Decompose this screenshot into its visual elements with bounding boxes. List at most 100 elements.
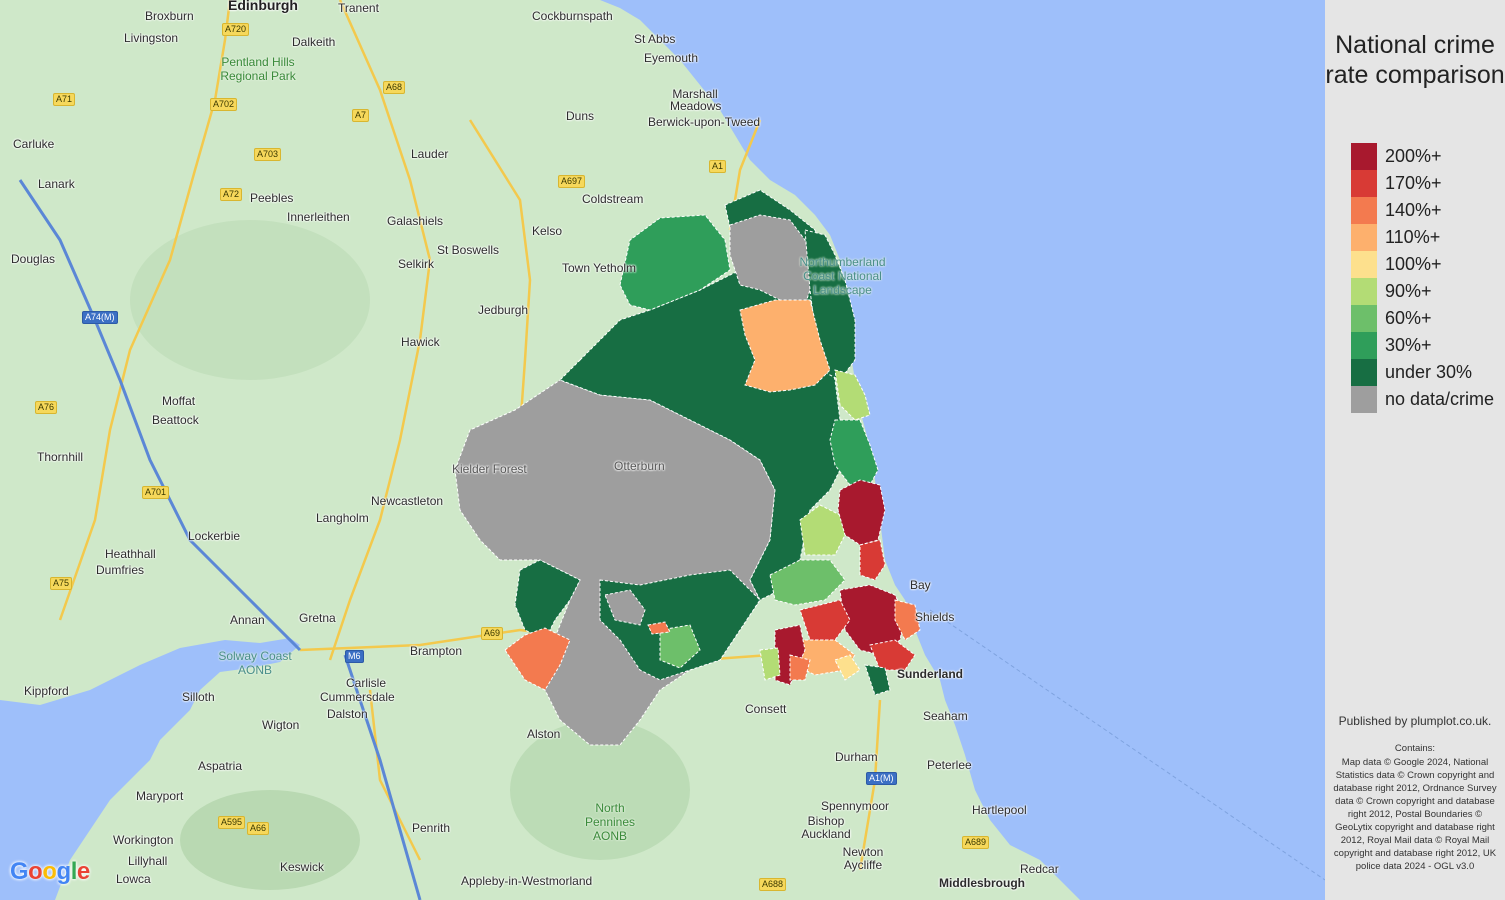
- legend-label: 60%+: [1385, 308, 1432, 328]
- place-label: Livingston: [124, 31, 179, 45]
- place-label: Hartlepool: [972, 803, 1027, 817]
- road-label: A697: [558, 175, 586, 188]
- place-label: Alston: [527, 727, 561, 741]
- place-label: Galashiels: [387, 214, 444, 228]
- place-label: North Pennines AONB: [584, 801, 636, 843]
- legend-swatch: [1351, 251, 1377, 278]
- place-label: Broxburn: [145, 9, 194, 23]
- place-label: Seaham: [923, 709, 968, 723]
- place-label: Redcar: [1020, 862, 1059, 876]
- place-label: Silloth: [182, 690, 215, 704]
- legend-label: 110%+: [1385, 227, 1441, 247]
- place-label: Kielder Forest: [452, 462, 527, 476]
- place-label: Kelso: [532, 224, 563, 238]
- road-label: A75: [50, 577, 73, 590]
- legend-item: 170%+: [1351, 170, 1494, 197]
- road-label: A76: [35, 401, 58, 414]
- place-label: Heathhall: [105, 547, 156, 561]
- place-label: Northumberland Coast National Landscape: [799, 255, 886, 297]
- road-label: A688: [759, 878, 787, 891]
- road-label: A595: [218, 816, 246, 829]
- place-label: Sunderland: [897, 667, 964, 681]
- place-label: Annan: [230, 613, 265, 627]
- road-label: A7: [352, 109, 370, 122]
- legend-label: 170%+: [1385, 173, 1442, 193]
- legend-swatch: [1351, 359, 1377, 386]
- legend-item: 60%+: [1351, 305, 1494, 332]
- place-label: Langholm: [316, 511, 369, 525]
- place-label: Dalston: [327, 707, 368, 721]
- legend-swatch: [1351, 143, 1377, 170]
- attribution-text: Map data © Google 2024, National Statist…: [1333, 757, 1497, 872]
- legend-item: 30%+: [1351, 332, 1494, 359]
- legend-item: 110%+: [1351, 224, 1494, 251]
- road-label: A720: [222, 23, 250, 36]
- road-label: A702: [210, 98, 238, 111]
- legend-swatch: [1351, 386, 1377, 413]
- place-label: Thornhill: [37, 450, 84, 464]
- place-label: Carlisle: [346, 676, 387, 690]
- road-label: A703: [254, 148, 282, 161]
- place-label: Aspatria: [198, 759, 243, 773]
- map[interactable]: Edinburgh Broxburn Tranent Cockburnspath…: [0, 0, 1325, 900]
- place-label: Wigton: [262, 718, 300, 732]
- place-label: Beattock: [152, 413, 199, 427]
- place-label: Tranent: [338, 1, 379, 15]
- legend-swatch: [1351, 332, 1377, 359]
- legend-swatch: [1351, 305, 1377, 332]
- legend-label: 90%+: [1385, 281, 1432, 301]
- legend-label: under 30%: [1385, 362, 1473, 382]
- place-label: Keswick: [280, 860, 325, 874]
- place-label: Newcastleton: [371, 494, 444, 508]
- place-label: St Boswells: [437, 243, 500, 257]
- southern-uplands-hills: [130, 220, 370, 380]
- legend-label: 140%+: [1385, 200, 1442, 220]
- place-label: Solway Coast AONB: [218, 649, 292, 677]
- place-label: Hawick: [401, 335, 440, 349]
- legend-item: 100%+: [1351, 251, 1494, 278]
- place-label: Cummersdale: [320, 690, 395, 704]
- place-label: Newton Aycliffe: [842, 845, 884, 872]
- legend-label: no data/crime: [1385, 389, 1495, 409]
- road-label: M6: [345, 650, 364, 663]
- place-label: Cockburnspath: [532, 9, 613, 23]
- google-logo: Google: [10, 858, 90, 885]
- place-label: Consett: [745, 702, 787, 716]
- lake-district-hills: [180, 790, 360, 890]
- legend-swatch: [1351, 224, 1377, 251]
- road-label: A69: [481, 627, 504, 640]
- place-label: Gretna: [299, 611, 336, 625]
- place-label: Pentland Hills Regional Park: [220, 55, 296, 83]
- road-label: A1: [709, 160, 727, 173]
- place-label: Duns: [566, 109, 595, 123]
- road-label: A701: [142, 486, 170, 499]
- place-label: Appleby-in-Westmorland: [461, 874, 593, 888]
- place-label: Bay: [910, 578, 931, 592]
- place-label: Brampton: [410, 644, 463, 658]
- road-label: A72: [220, 188, 243, 201]
- place-label: Jedburgh: [478, 303, 529, 317]
- legend-label: 30%+: [1385, 335, 1432, 355]
- road-label: A68: [383, 81, 406, 94]
- place-label: Bishop Auckland: [801, 814, 851, 841]
- legend-item: 200%+: [1351, 143, 1494, 170]
- place-label: Spennymoor: [821, 799, 890, 813]
- legend-panel: National crime rate comparison 200%+ 170%…: [1325, 0, 1505, 900]
- legend-title: National crime rate comparison: [1325, 31, 1505, 89]
- place-label: Maryport: [136, 789, 184, 803]
- legend: 200%+ 170%+ 140%+ 110%+ 100%+ 90%+ 60%+ 30%+ und…: [1351, 143, 1494, 413]
- legend-swatch: [1351, 170, 1377, 197]
- place-label: Kippford: [24, 684, 69, 698]
- road-label: A66: [247, 822, 270, 835]
- legend-label: 200%+: [1385, 146, 1442, 166]
- legend-swatch: [1351, 197, 1377, 224]
- area-ashington: [837, 479, 886, 546]
- place-label: Lowca: [116, 872, 151, 886]
- place-label: Middlesbrough: [939, 876, 1025, 890]
- attribution-heading: Contains:: [1394, 743, 1436, 754]
- legend-swatch: [1351, 278, 1377, 305]
- place-label: Peebles: [250, 191, 294, 205]
- legend-label: 100%+: [1385, 254, 1442, 274]
- place-label: Selkirk: [398, 257, 435, 271]
- place-label: Penrith: [412, 821, 451, 835]
